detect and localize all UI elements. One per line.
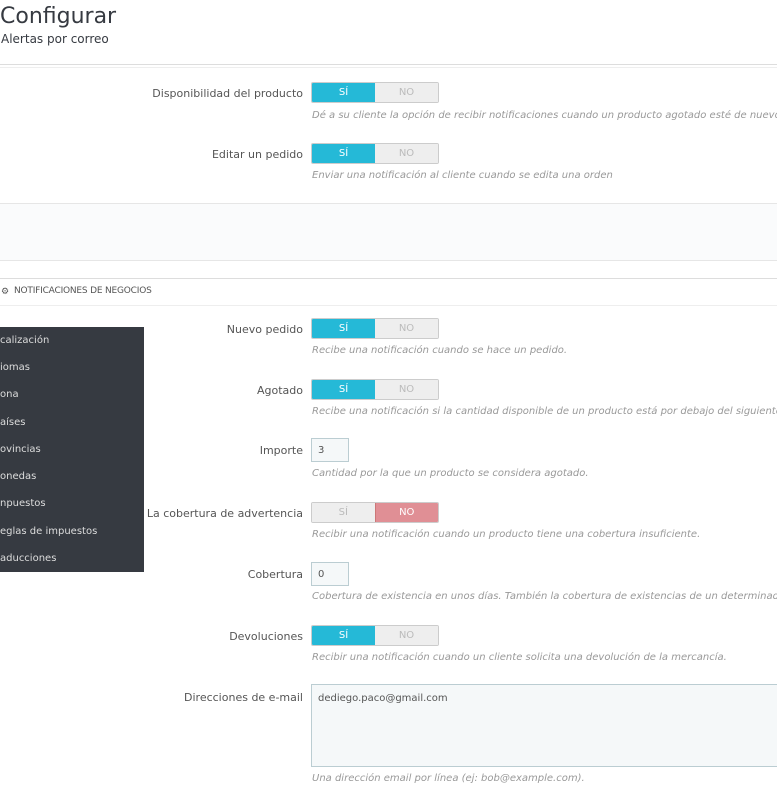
menu-item-countries[interactable]: aíses bbox=[0, 417, 25, 428]
coverage-warning-switch[interactable]: SÍ NO bbox=[311, 502, 439, 523]
amount-input[interactable]: 3 bbox=[311, 438, 349, 462]
menu-item-localization[interactable]: calización bbox=[0, 335, 49, 346]
out-of-stock-no[interactable]: NO bbox=[375, 380, 438, 399]
out-of-stock-yes[interactable]: SÍ bbox=[312, 380, 375, 399]
amount-help: Cantidad por la que un producto se consi… bbox=[312, 468, 589, 479]
product-availability-no[interactable]: NO bbox=[375, 83, 438, 102]
coverage-warning-yes[interactable]: SÍ bbox=[312, 503, 375, 522]
edit-order-yes[interactable]: SÍ bbox=[312, 144, 375, 163]
product-availability-yes[interactable]: SÍ bbox=[312, 83, 375, 102]
section-title: NOTIFICACIONES DE NEGOCIOS bbox=[14, 286, 152, 296]
panel-footer bbox=[0, 203, 777, 261]
page-title: Configurar bbox=[0, 4, 117, 29]
product-availability-label: Disponibilidad del producto bbox=[152, 87, 303, 100]
coverage-help: Cobertura de existencia en unos días. Ta… bbox=[312, 591, 777, 602]
coverage-warning-no[interactable]: NO bbox=[374, 503, 438, 522]
returns-no[interactable]: NO bbox=[375, 626, 438, 645]
edit-order-no[interactable]: NO bbox=[375, 144, 438, 163]
new-order-no[interactable]: NO bbox=[375, 319, 438, 338]
edit-order-help: Enviar una notificación al cliente cuand… bbox=[312, 170, 613, 181]
coverage-warning-label: La cobertura de advertencia bbox=[146, 507, 303, 520]
returns-label: Devoluciones bbox=[229, 630, 303, 643]
out-of-stock-help: Recibe una notificación si la cantidad d… bbox=[312, 406, 777, 417]
page-subtitle: Alertas por correo bbox=[1, 32, 109, 46]
email-addresses-label: Direcciones de e-mail bbox=[184, 691, 303, 704]
coverage-input[interactable]: 0 bbox=[311, 562, 349, 586]
new-order-switch[interactable]: SÍ NO bbox=[311, 318, 439, 339]
menu-item-languages[interactable]: iomas bbox=[0, 362, 30, 373]
cogs-icon: ⚙ bbox=[1, 287, 10, 297]
out-of-stock-switch[interactable]: SÍ NO bbox=[311, 379, 439, 400]
product-availability-help: Dé a su cliente la opción de recibir not… bbox=[312, 110, 777, 121]
returns-help: Recibir una notificación cuando un clien… bbox=[312, 652, 727, 663]
page-header: Configurar Alertas por correo bbox=[0, 0, 777, 64]
menu-item-currencies[interactable]: onedas bbox=[0, 471, 36, 482]
new-order-label: Nuevo pedido bbox=[226, 323, 303, 336]
coverage-label: Cobertura bbox=[247, 568, 303, 581]
divider bbox=[0, 64, 777, 65]
email-addresses-help: Una dirección email por línea (ej: bob@e… bbox=[312, 773, 585, 784]
menu-item-translations[interactable]: aducciones bbox=[0, 553, 56, 564]
edit-order-switch[interactable]: SÍ NO bbox=[311, 143, 439, 164]
product-availability-switch[interactable]: SÍ NO bbox=[311, 82, 439, 103]
new-order-help: Recibe una notificación cuando se hace u… bbox=[312, 345, 568, 356]
out-of-stock-label: Agotado bbox=[256, 384, 303, 397]
returns-switch[interactable]: SÍ NO bbox=[311, 625, 439, 646]
amount-label: Importe bbox=[259, 444, 303, 457]
coverage-warning-help: Recibir una notificación cuando un produ… bbox=[312, 529, 701, 540]
email-addresses-textarea[interactable]: dediego.paco@gmail.com bbox=[311, 684, 777, 767]
divider bbox=[0, 67, 777, 68]
returns-yes[interactable]: SÍ bbox=[312, 626, 375, 645]
new-order-yes[interactable]: SÍ bbox=[312, 319, 375, 338]
menu-item-tax-rules[interactable]: eglas de impuestos bbox=[0, 526, 97, 537]
edit-order-label: Editar un pedido bbox=[211, 148, 303, 161]
business-notifications-heading: ⚙ NOTIFICACIONES DE NEGOCIOS bbox=[0, 278, 777, 306]
